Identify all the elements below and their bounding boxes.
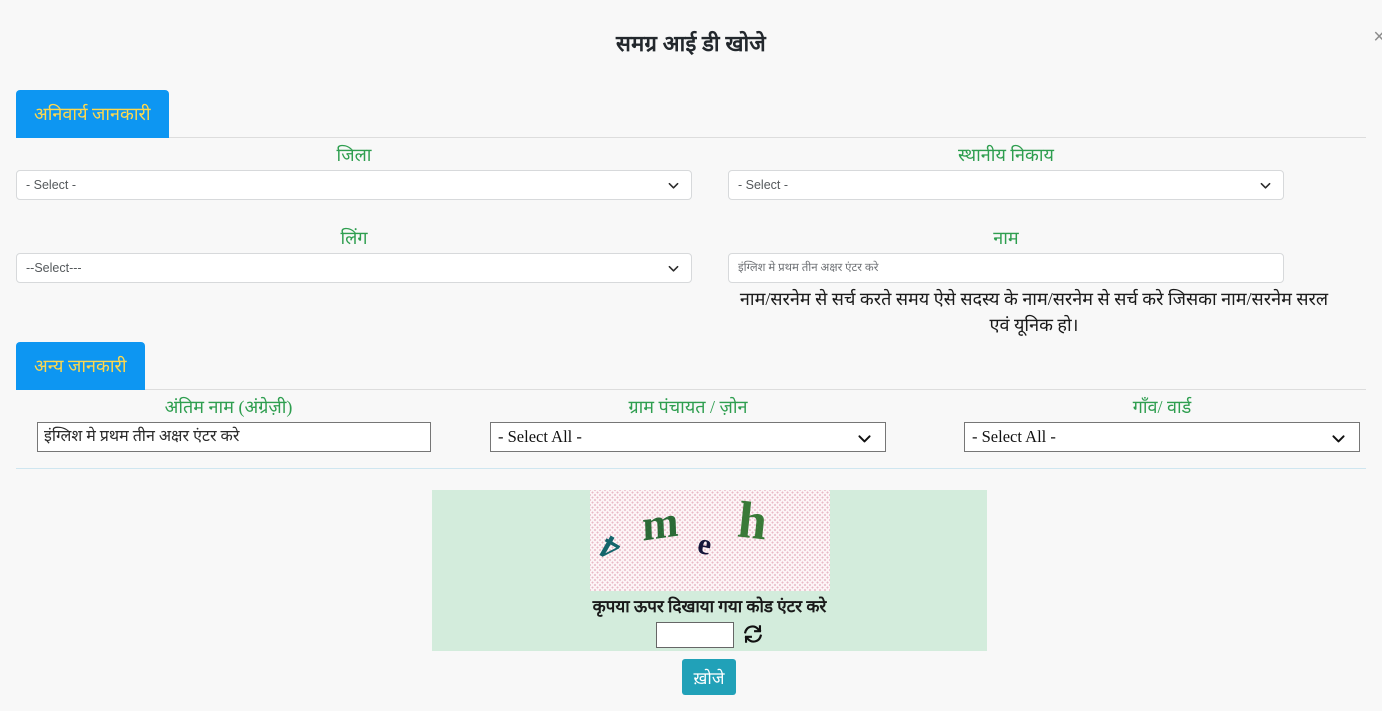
search-button[interactable]: ख़ोजे <box>682 659 736 695</box>
last-name-input[interactable] <box>37 422 431 452</box>
name-search-help-text: नाम/सरनेम से सर्च करते समय ऐसे सदस्य के … <box>739 289 1329 335</box>
tab-other-info-label: अन्य जानकारी <box>34 356 127 376</box>
name-input[interactable] <box>728 253 1284 283</box>
district-select[interactable]: - Select - <box>16 170 692 200</box>
tab-mandatory-info-label: अनिवार्य जानकारी <box>34 104 151 124</box>
district-label: जिला <box>336 145 372 165</box>
captcha-char: e <box>694 526 715 563</box>
samagra-id-search-page: समग्र आई डी खोजे × अनिवार्य जानकारी जिला… <box>0 0 1382 711</box>
section-divider <box>16 468 1366 469</box>
captcha-panel: 4 m e h कृपया ऊपर दिखाया गया कोड एंटर कर… <box>432 490 987 651</box>
tab-other-info[interactable]: अन्य जानकारी <box>16 342 145 390</box>
refresh-icon <box>742 623 764 645</box>
captcha-char: m <box>641 496 680 551</box>
mandatory-info-tab-strip: अनिवार्य जानकारी <box>16 90 1366 138</box>
village-ward-select[interactable]: - Select All - <box>964 422 1360 452</box>
local-body-label: स्थानीय निकाय <box>958 145 1054 165</box>
captcha-input[interactable] <box>656 622 734 648</box>
village-ward-label: गाँव/ वार्ड <box>1132 397 1192 417</box>
captcha-image: 4 m e h <box>590 490 830 591</box>
tab-mandatory-info[interactable]: अनिवार्य जानकारी <box>16 90 169 138</box>
name-label: नाम <box>993 228 1019 248</box>
captcha-char: 4 <box>593 527 627 568</box>
gender-label: लिंग <box>340 228 368 248</box>
page-title: समग्र आई डी खोजे <box>616 31 766 56</box>
other-info-tab-strip: अन्य जानकारी <box>16 342 1366 390</box>
gender-select[interactable]: --Select--- <box>16 253 692 283</box>
captcha-char: h <box>735 491 770 552</box>
close-icon[interactable]: × <box>1373 27 1382 47</box>
refresh-captcha-button[interactable] <box>740 620 766 648</box>
page-header: समग्र आई डी खोजे × <box>0 0 1382 76</box>
local-body-select[interactable]: - Select - <box>728 170 1284 200</box>
captcha-prompt: कृपया ऊपर दिखाया गया कोड एंटर करे <box>592 597 827 616</box>
last-name-label: अंतिम नाम (अंग्रेज़ी) <box>164 397 293 417</box>
gram-panchayat-label: ग्राम पंचायत / ज़ोन <box>628 397 748 417</box>
gram-panchayat-select[interactable]: - Select All - <box>490 422 886 452</box>
